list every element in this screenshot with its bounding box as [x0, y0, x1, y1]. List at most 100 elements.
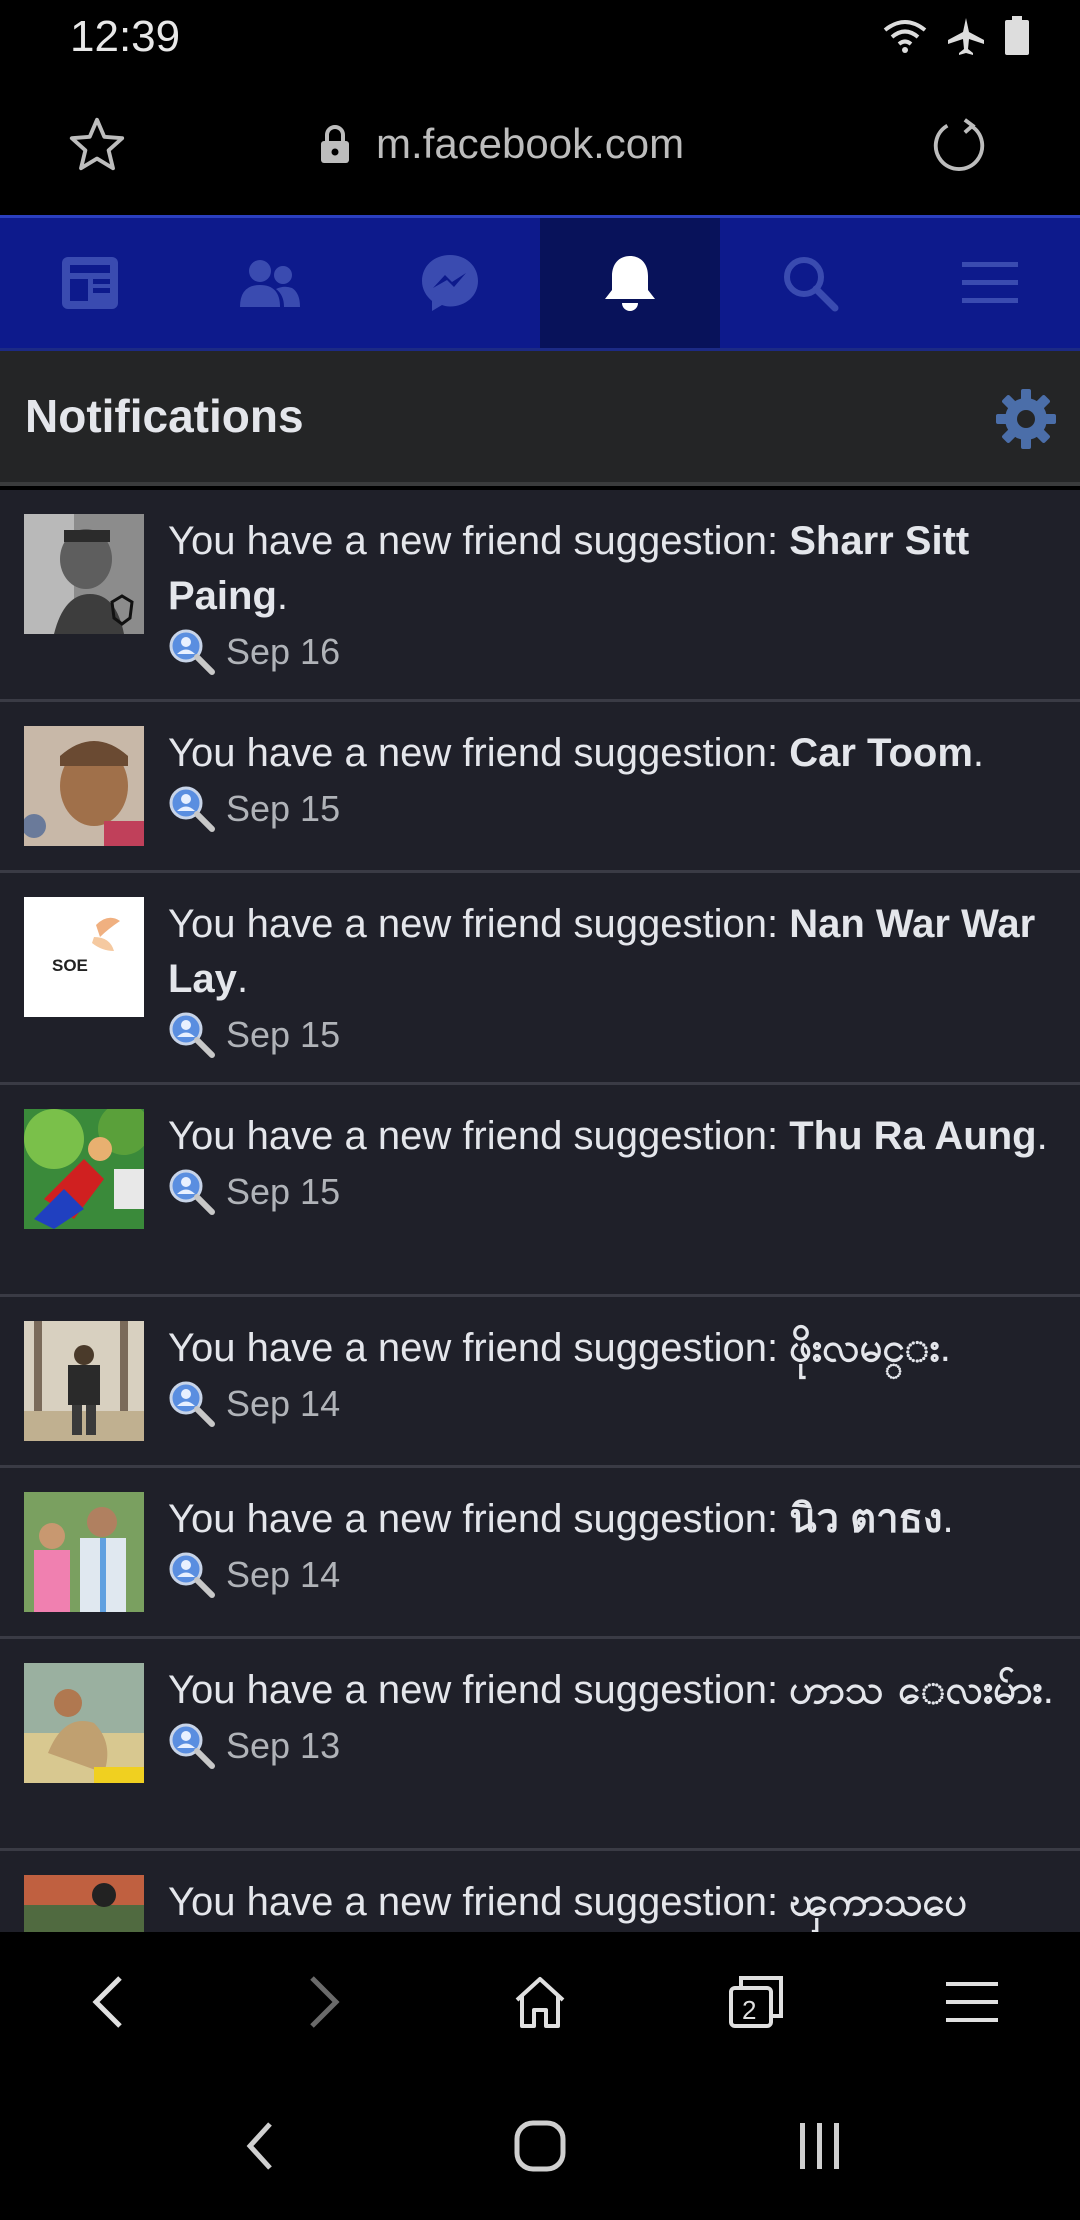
message-suffix: . [942, 1497, 954, 1541]
suggested-friend-name: ၾကာသပေ [789, 1880, 968, 1924]
avatar [24, 1109, 144, 1229]
notification-date: Sep 15 [226, 788, 341, 829]
notification-message: You have a new friend suggestion: Thu Ra… [168, 1109, 1060, 1164]
hamburger-menu-icon [946, 1982, 998, 2022]
notification-item[interactable]: You have a new friend suggestion: ၾကာသပေ [0, 1851, 1080, 1932]
system-home-button[interactable] [505, 2111, 575, 2181]
message-suffix: . [972, 731, 985, 775]
message-suffix: . [939, 1326, 951, 1370]
notification-date: Sep 14 [226, 1383, 341, 1424]
system-recents-button[interactable] [785, 2111, 855, 2181]
notifications-list: You have a new friend suggestion: Sharr … [0, 490, 1080, 1932]
notification-item[interactable]: You have a new friend suggestion: Car To… [0, 702, 1080, 873]
friend-search-icon [169, 1552, 215, 1598]
notification-message: You have a new friend suggestion: ဟာသ ေလ… [168, 1663, 1060, 1718]
suggested-friend-name: ဟာသ ေလးမ်ား [789, 1668, 1043, 1712]
suggested-friend-name: Thu Ra Aung [789, 1114, 1037, 1158]
notification-item[interactable]: You have a new friend suggestion: ဟာသ ေလ… [0, 1639, 1080, 1851]
battery-icon [1005, 16, 1029, 55]
bell-icon [605, 256, 655, 311]
friend-search-icon [169, 629, 215, 675]
menu-icon [962, 262, 1018, 303]
message-prefix: You have a new friend suggestion: [168, 1668, 790, 1712]
message-suffix: . [1042, 1668, 1054, 1712]
system-navigation-bar [0, 2072, 1080, 2220]
page-title: Notifications [25, 390, 304, 442]
status-time: 12:39 [70, 12, 181, 61]
home-icon [515, 1977, 565, 2028]
message-suffix: . [1036, 1114, 1048, 1158]
nav-notifications[interactable] [540, 218, 720, 348]
nav-menu[interactable] [900, 218, 1080, 348]
status-bar: 12:39 [0, 0, 1080, 72]
url-field[interactable]: m.facebook.com [320, 116, 684, 172]
friend-search-icon [169, 1381, 215, 1427]
bookmark-star-icon[interactable] [66, 114, 128, 176]
avatar [24, 1492, 144, 1612]
avatar [24, 726, 144, 846]
message-prefix: You have a new friend suggestion: [168, 519, 790, 563]
lock-icon [321, 125, 349, 163]
notification-item[interactable]: You have a new friend suggestion: ဖိုးလမ… [0, 1297, 1080, 1468]
suggested-friend-name: Car Toom [789, 731, 973, 775]
notification-message: You have a new friend suggestion: นิว ตา… [168, 1492, 1060, 1547]
home-button[interactable] [505, 1967, 575, 2037]
notification-item[interactable]: You have a new friend suggestion: นิว ตา… [0, 1468, 1080, 1639]
message-prefix: You have a new friend suggestion: [168, 1114, 790, 1158]
message-prefix: You have a new friend suggestion: [168, 731, 790, 775]
tab-count: 2 [742, 1995, 756, 2025]
system-back-icon [246, 2122, 272, 2170]
notification-message: You have a new friend suggestion: Nan Wa… [168, 897, 1060, 1007]
friends-icon [240, 260, 300, 307]
tabs-button[interactable]: 2 [721, 1967, 791, 2037]
system-back-button[interactable] [225, 2111, 295, 2181]
news-feed-icon [62, 257, 118, 309]
message-prefix: You have a new friend suggestion: [168, 1880, 790, 1924]
notification-item[interactable]: You have a new friend suggestion: Thu Ra… [0, 1085, 1080, 1297]
back-button[interactable] [73, 1967, 143, 2037]
message-prefix: You have a new friend suggestion: [168, 1497, 790, 1541]
message-suffix: . [276, 574, 289, 618]
nav-messenger[interactable] [360, 218, 540, 348]
notification-message: You have a new friend suggestion: ဖိုးလမ… [168, 1321, 1060, 1376]
notification-date: Sep 13 [226, 1725, 341, 1766]
chevron-right-icon [310, 1976, 340, 2028]
friend-search-icon [169, 786, 215, 832]
notification-message: You have a new friend suggestion: ၾကာသပေ [168, 1875, 1060, 1930]
status-icons [882, 14, 1030, 58]
avatar [24, 1321, 144, 1441]
system-recents-icon [800, 2123, 839, 2169]
avatar [24, 1663, 144, 1783]
airplane-icon [948, 18, 984, 55]
avatar-logo-text: SOE [52, 956, 88, 975]
gear-icon[interactable] [994, 387, 1058, 451]
suggested-friend-name: ဖိုးလမင္း [789, 1326, 940, 1370]
notification-date: Sep 16 [226, 631, 341, 672]
friend-search-icon [169, 1169, 215, 1215]
suggested-friend-name: นิว ตาธง [789, 1497, 943, 1541]
browser-menu-button[interactable] [937, 1967, 1007, 2037]
notification-date: Sep 15 [226, 1014, 341, 1055]
nav-search[interactable] [720, 218, 900, 348]
search-icon [784, 257, 839, 312]
avatar [24, 1875, 144, 1932]
facebook-nav-bar [0, 215, 1080, 351]
wifi-icon [883, 20, 927, 53]
notification-date: Sep 14 [226, 1554, 341, 1595]
url-text: m.facebook.com [376, 120, 685, 167]
friend-search-icon [169, 1012, 215, 1058]
notification-date: Sep 15 [226, 1171, 341, 1212]
nav-news-feed[interactable] [0, 218, 180, 348]
friend-search-icon [169, 1723, 215, 1769]
forward-button[interactable] [289, 1967, 359, 2037]
avatar: SOE [24, 897, 144, 1017]
notification-item[interactable]: You have a new friend suggestion: Sharr … [0, 490, 1080, 702]
notification-item[interactable]: SOE You have a new friend suggestion: Na… [0, 873, 1080, 1085]
messenger-icon [422, 255, 478, 311]
chevron-left-icon [92, 1976, 122, 2028]
message-prefix: You have a new friend suggestion: [168, 902, 790, 946]
nav-friends[interactable] [180, 218, 360, 348]
reload-icon[interactable] [928, 114, 990, 176]
browser-toolbar: 2 [0, 1932, 1080, 2072]
notification-message: You have a new friend suggestion: Car To… [168, 726, 1060, 781]
